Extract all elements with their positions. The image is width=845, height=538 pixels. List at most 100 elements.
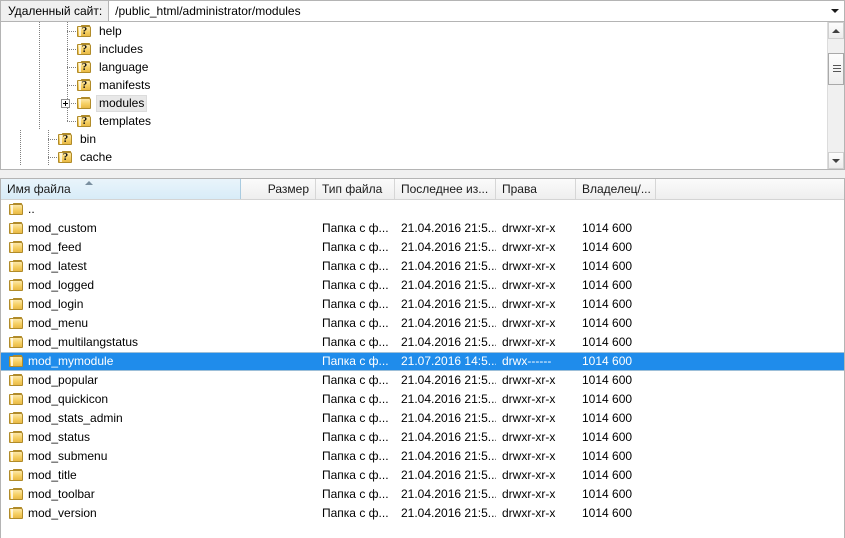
file-name-label: mod_login <box>28 297 84 311</box>
file-name-label: mod_status <box>28 430 91 444</box>
tree-indent <box>1 148 39 166</box>
tree-connector <box>58 112 77 130</box>
tree-item-templates[interactable]: ? templates <box>1 112 827 130</box>
cell-name: mod_status <box>1 428 241 447</box>
folder-icon <box>9 298 24 311</box>
cell-owner: 1014 600 <box>576 390 656 409</box>
cell-type: Папка с ф... <box>316 504 395 523</box>
table-row[interactable]: mod_status Папка с ф... 21.04.2016 21:5...… <box>1 428 844 447</box>
scroll-down-arrow-icon[interactable] <box>828 152 844 169</box>
file-list-body[interactable]: .. mod_custom Папка с ф... 21.04.2016 21:5.… <box>1 200 844 523</box>
cell-name: .. <box>1 200 241 219</box>
date-label: 21.04.2016 21:5... <box>401 468 496 482</box>
type-label: Папка с ф... <box>322 259 389 273</box>
folder-icon <box>9 241 24 254</box>
remote-directory-tree[interactable]: ? help? includes? language? manifests modules… <box>1 22 827 169</box>
tree-indent <box>1 40 58 58</box>
pane-splitter[interactable] <box>0 170 845 178</box>
type-label: Папка с ф... <box>322 316 389 330</box>
cell-type: Папка с ф... <box>316 238 395 257</box>
tree-vertical-scrollbar[interactable] <box>827 22 844 169</box>
table-row[interactable]: .. <box>1 200 844 219</box>
tree-scrollbar-thumb[interactable] <box>828 53 844 85</box>
folder-unknown-icon: ? <box>77 78 92 92</box>
table-row[interactable]: mod_version Папка с ф... 21.04.2016 21:5..… <box>1 504 844 523</box>
table-row[interactable]: mod_mymodule Папка с ф... 21.07.2016 14:5.… <box>1 352 844 371</box>
scroll-up-arrow-icon[interactable] <box>828 22 844 39</box>
table-row[interactable]: mod_menu Папка с ф... 21.04.2016 21:5... dr… <box>1 314 844 333</box>
tree-item-bin[interactable]: ? bin <box>1 130 827 148</box>
tree-item-help[interactable]: ? help <box>1 22 827 40</box>
cell-perms: drwxr-xr-x <box>496 504 576 523</box>
date-label: 21.04.2016 21:5... <box>401 373 496 387</box>
cell-owner: 1014 600 <box>576 333 656 352</box>
owner-label: 1014 600 <box>582 373 633 387</box>
table-row[interactable]: mod_quickicon Папка с ф... 21.04.2016 21:5… <box>1 390 844 409</box>
perms-label: drwxr-xr-x <box>502 392 556 406</box>
tree-item-label: help <box>99 23 122 38</box>
cell-owner: 1014 600 <box>576 371 656 390</box>
chevron-down-icon[interactable] <box>826 1 844 21</box>
table-row[interactable]: mod_stats_admin Папка с ф... 21.04.2016 21… <box>1 409 844 428</box>
remote-path-value[interactable]: /public_html/administrator/modules <box>109 4 300 18</box>
cell-perms: drwxr-xr-x <box>496 295 576 314</box>
cell-name: mod_mymodule <box>1 352 241 371</box>
cell-name: mod_login <box>1 295 241 314</box>
table-row[interactable]: mod_latest Папка с ф... 21.04.2016 21:5...… <box>1 257 844 276</box>
column-header-date[interactable]: Последнее из... <box>395 179 496 199</box>
file-name-label: mod_mymodule <box>28 354 114 368</box>
tree-item-includes[interactable]: ? includes <box>1 40 827 58</box>
tree-indent <box>1 22 58 40</box>
table-row[interactable]: mod_popular Папка с ф... 21.04.2016 21:5..… <box>1 371 844 390</box>
folder-icon <box>9 317 24 330</box>
column-header-owner[interactable]: Владелец/... <box>576 179 656 199</box>
cell-date: 21.04.2016 21:5... <box>395 428 496 447</box>
table-row[interactable]: mod_feed Папка с ф... 21.04.2016 21:5... dr… <box>1 238 844 257</box>
table-row[interactable]: mod_login Папка с ф... 21.04.2016 21:5... d… <box>1 295 844 314</box>
cell-date: 21.07.2016 14:5... <box>395 352 496 371</box>
cell-name: mod_latest <box>1 257 241 276</box>
cell-perms: drwxr-xr-x <box>496 314 576 333</box>
folder-icon <box>9 450 24 463</box>
file-name-label: mod_submenu <box>28 449 108 463</box>
tree-item-cache[interactable]: ? cache <box>1 148 827 166</box>
owner-label: 1014 600 <box>582 221 633 235</box>
cell-owner: 1014 600 <box>576 238 656 257</box>
scroll-up-glyph <box>832 28 840 33</box>
cell-type: Папка с ф... <box>316 371 395 390</box>
file-list-header[interactable]: Имя файла Размер Тип файла Последнее из... П… <box>1 179 844 200</box>
column-header-type[interactable]: Тип файла <box>316 179 395 199</box>
tree-connector <box>39 130 58 148</box>
column-header-size[interactable]: Размер <box>241 179 316 199</box>
perms-label: drwxr-xr-x <box>502 449 556 463</box>
table-row[interactable]: mod_multilangstatus Папка с ф... 21.04.201… <box>1 333 844 352</box>
tree-item-manifests[interactable]: ? manifests <box>1 76 827 94</box>
column-header-perms[interactable]: Права <box>496 179 576 199</box>
tree-item-modules[interactable]: modules <box>1 94 827 112</box>
remote-path-combobox[interactable]: /public_html/administrator/modules <box>108 0 845 22</box>
owner-label: 1014 600 <box>582 354 633 368</box>
table-row[interactable]: mod_toolbar Папка с ф... 21.04.2016 21:5..… <box>1 485 844 504</box>
type-label: Папка с ф... <box>322 411 389 425</box>
table-row[interactable]: mod_submenu Папка с ф... 21.04.2016 21:5..… <box>1 447 844 466</box>
file-name-label: mod_popular <box>28 373 99 387</box>
folder-unknown-icon: ? <box>58 150 73 164</box>
table-row[interactable]: mod_title Папка с ф... 21.04.2016 21:5... d… <box>1 466 844 485</box>
cell-perms: drwxr-xr-x <box>496 428 576 447</box>
column-header-name[interactable]: Имя файла <box>1 179 241 199</box>
column-header-filler <box>656 179 844 199</box>
type-label: Папка с ф... <box>322 506 389 520</box>
cell-type: Папка с ф... <box>316 447 395 466</box>
question-mark-glyph: ? <box>81 42 88 55</box>
table-row[interactable]: mod_custom Папка с ф... 21.04.2016 21:5...… <box>1 219 844 238</box>
tree-expand-plus-icon[interactable] <box>61 99 70 108</box>
remote-directory-tree-pane[interactable]: ? help? includes? language? manifests modules… <box>0 22 845 170</box>
tree-item-language[interactable]: ? language <box>1 58 827 76</box>
cell-name: mod_menu <box>1 314 241 333</box>
cell-perms: drwxr-xr-x <box>496 276 576 295</box>
cell-type: Папка с ф... <box>316 390 395 409</box>
cell-owner: 1014 600 <box>576 352 656 371</box>
cell-type: Папка с ф... <box>316 257 395 276</box>
remote-file-list-pane[interactable]: Имя файла Размер Тип файла Последнее из... П… <box>0 178 845 538</box>
table-row[interactable]: mod_logged Папка с ф... 21.04.2016 21:5...… <box>1 276 844 295</box>
